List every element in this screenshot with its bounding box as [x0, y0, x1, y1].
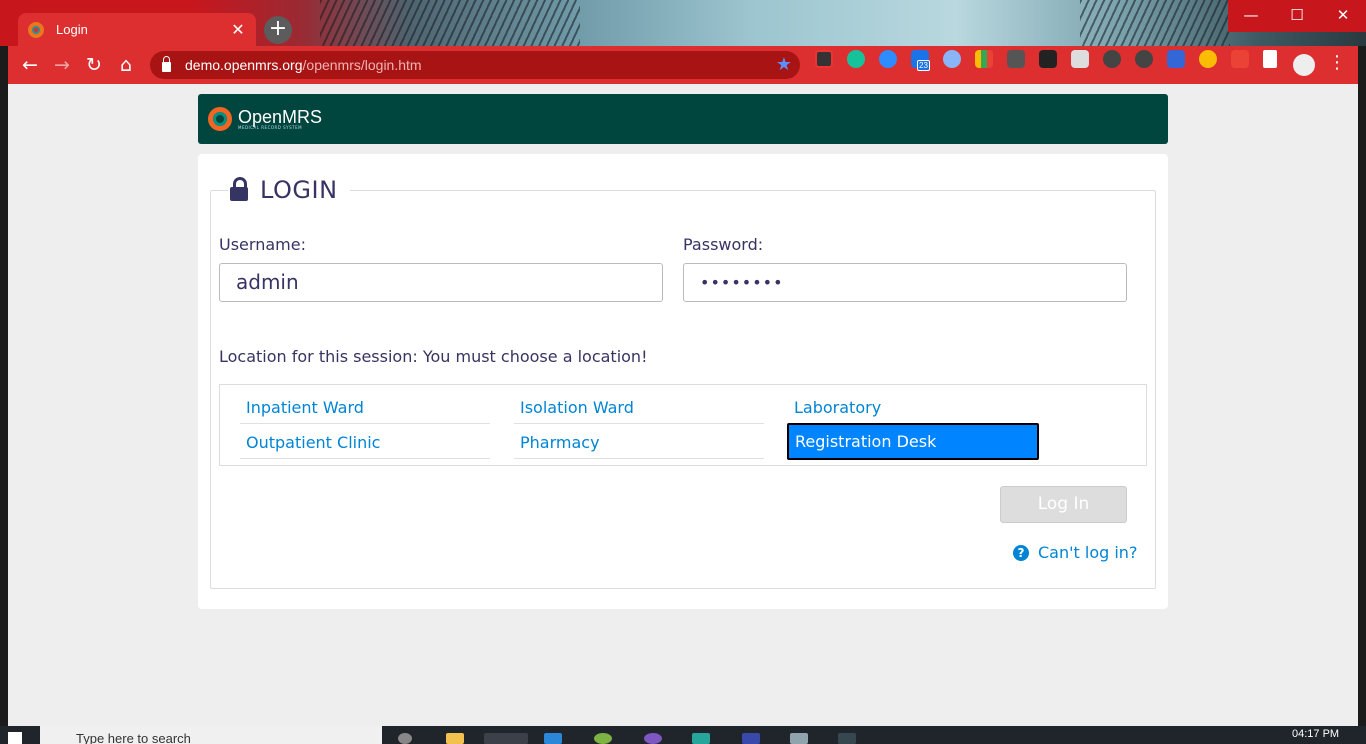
windows-start-icon[interactable]: [8, 732, 22, 744]
location-laboratory[interactable]: Laboratory: [788, 391, 1038, 424]
desktop-edge-left: [0, 46, 8, 726]
minimize-icon[interactable]: —: [1228, 0, 1274, 32]
zoom-extension-icon[interactable]: [879, 50, 897, 68]
location-inpatient-ward[interactable]: Inpatient Ward: [240, 391, 490, 424]
url-host: demo.openmrs.org: [185, 57, 303, 73]
task-view-icon[interactable]: [398, 733, 412, 744]
password-input[interactable]: ••••••••: [683, 263, 1127, 302]
openmrs-logo[interactable]: OpenMRS MEDICAL RECORD SYSTEM: [238, 106, 323, 130]
openmrs-favicon: [28, 21, 44, 38]
close-icon[interactable]: ✕: [1320, 0, 1366, 32]
analytics-extension-icon[interactable]: [975, 50, 993, 68]
gmail-extension-icon[interactable]: [1231, 50, 1249, 68]
lock-icon[interactable]: [162, 56, 171, 72]
lock-icon: [230, 177, 248, 201]
file-explorer-icon[interactable]: [446, 733, 464, 744]
login-button[interactable]: Log In: [1000, 486, 1127, 523]
window-controls: — ☐ ✕: [1228, 0, 1366, 32]
back-icon[interactable]: ←: [14, 49, 46, 81]
brand-name: OpenMRS: [238, 106, 323, 127]
browser-titlebar: Login ✕ + — ☐ ✕: [0, 0, 1366, 46]
grid-extension-icon[interactable]: [1071, 50, 1089, 68]
url-path: /openmrs/login.htm: [302, 57, 422, 73]
search-extension-icon[interactable]: [943, 50, 961, 68]
terminal-app-icon[interactable]: [838, 733, 856, 744]
location-outpatient-clinic[interactable]: Outpatient Clinic: [240, 426, 490, 459]
desktop-edge-right: [1358, 46, 1366, 726]
cursor-extension-icon[interactable]: [1039, 50, 1057, 68]
audio-extension-icon[interactable]: [1167, 50, 1185, 68]
z-extension-icon[interactable]: [1007, 50, 1025, 68]
puzzle-extensions-icon[interactable]: [1263, 50, 1277, 68]
chrome-taskbar-icon[interactable]: [484, 733, 528, 744]
page-content: OpenMRS MEDICAL RECORD SYSTEM Username: …: [8, 84, 1358, 726]
purple-app-icon[interactable]: [644, 733, 662, 744]
green-app-icon[interactable]: [594, 733, 612, 744]
location-list: Inpatient Ward Isolation Ward Laboratory…: [219, 384, 1147, 466]
grammarly-extension-icon[interactable]: [847, 50, 865, 68]
app-taskbar-icon[interactable]: [544, 733, 562, 744]
login-card: Username: admin Password: •••••••• Locat…: [198, 154, 1168, 609]
browser-toolbar: ← → ↻ ⌂ demo.openmrs.org /openmrs/login.…: [0, 46, 1366, 84]
location-pharmacy[interactable]: Pharmacy: [514, 426, 764, 459]
location-registration-desk[interactable]: Registration Desk: [787, 423, 1039, 460]
openmrs-logo-icon[interactable]: [208, 107, 232, 131]
location-message: Location for this session: You must choo…: [219, 347, 648, 366]
username-input[interactable]: admin: [219, 263, 663, 302]
calendar-extension-icon[interactable]: [815, 50, 833, 68]
new-tab-button[interactable]: +: [264, 16, 292, 44]
bulb-extension-icon[interactable]: [1103, 50, 1121, 68]
tab-close-icon[interactable]: ✕: [230, 20, 246, 39]
teal-app-icon[interactable]: [692, 733, 710, 744]
notes-app-icon[interactable]: [790, 733, 808, 744]
login-title: LOGIN: [260, 176, 338, 204]
tab-title: Login: [56, 22, 88, 37]
notification-extension-icon[interactable]: 23: [911, 50, 930, 71]
cant-login-link[interactable]: ? Can't log in?: [1013, 543, 1137, 562]
taskbar-search[interactable]: Type here to search: [40, 726, 382, 744]
forward-icon[interactable]: →: [46, 49, 78, 81]
help-icon: ?: [1013, 544, 1029, 561]
browser-menu-icon[interactable]: ⋮: [1328, 52, 1346, 73]
password-label: Password:: [683, 235, 764, 254]
bookmark-star-icon[interactable]: ★: [776, 54, 792, 75]
extension-badge: 23: [917, 60, 930, 71]
taskbar-clock[interactable]: 04:17 PM: [1292, 728, 1339, 740]
browser-tab[interactable]: Login ✕: [18, 13, 256, 46]
profile-avatar[interactable]: [1293, 54, 1315, 76]
reload-icon[interactable]: ↻: [78, 49, 110, 81]
google-extension-icon[interactable]: [1135, 50, 1153, 68]
username-label: Username:: [219, 235, 306, 254]
login-legend: LOGIN: [228, 176, 350, 204]
openmrs-header: OpenMRS MEDICAL RECORD SYSTEM: [198, 94, 1168, 144]
windows-taskbar: Type here to search 04:17 PM: [0, 726, 1366, 744]
photos-extension-icon[interactable]: [1199, 50, 1217, 68]
location-isolation-ward[interactable]: Isolation Ward: [514, 391, 764, 424]
cant-login-text: Can't log in?: [1038, 543, 1138, 562]
maximize-icon[interactable]: ☐: [1274, 0, 1320, 32]
home-icon[interactable]: ⌂: [110, 49, 142, 81]
blue-app-icon[interactable]: [742, 733, 760, 744]
login-fieldset: Username: admin Password: •••••••• Locat…: [210, 190, 1156, 589]
address-bar[interactable]: demo.openmrs.org /openmrs/login.htm ★: [150, 51, 800, 79]
